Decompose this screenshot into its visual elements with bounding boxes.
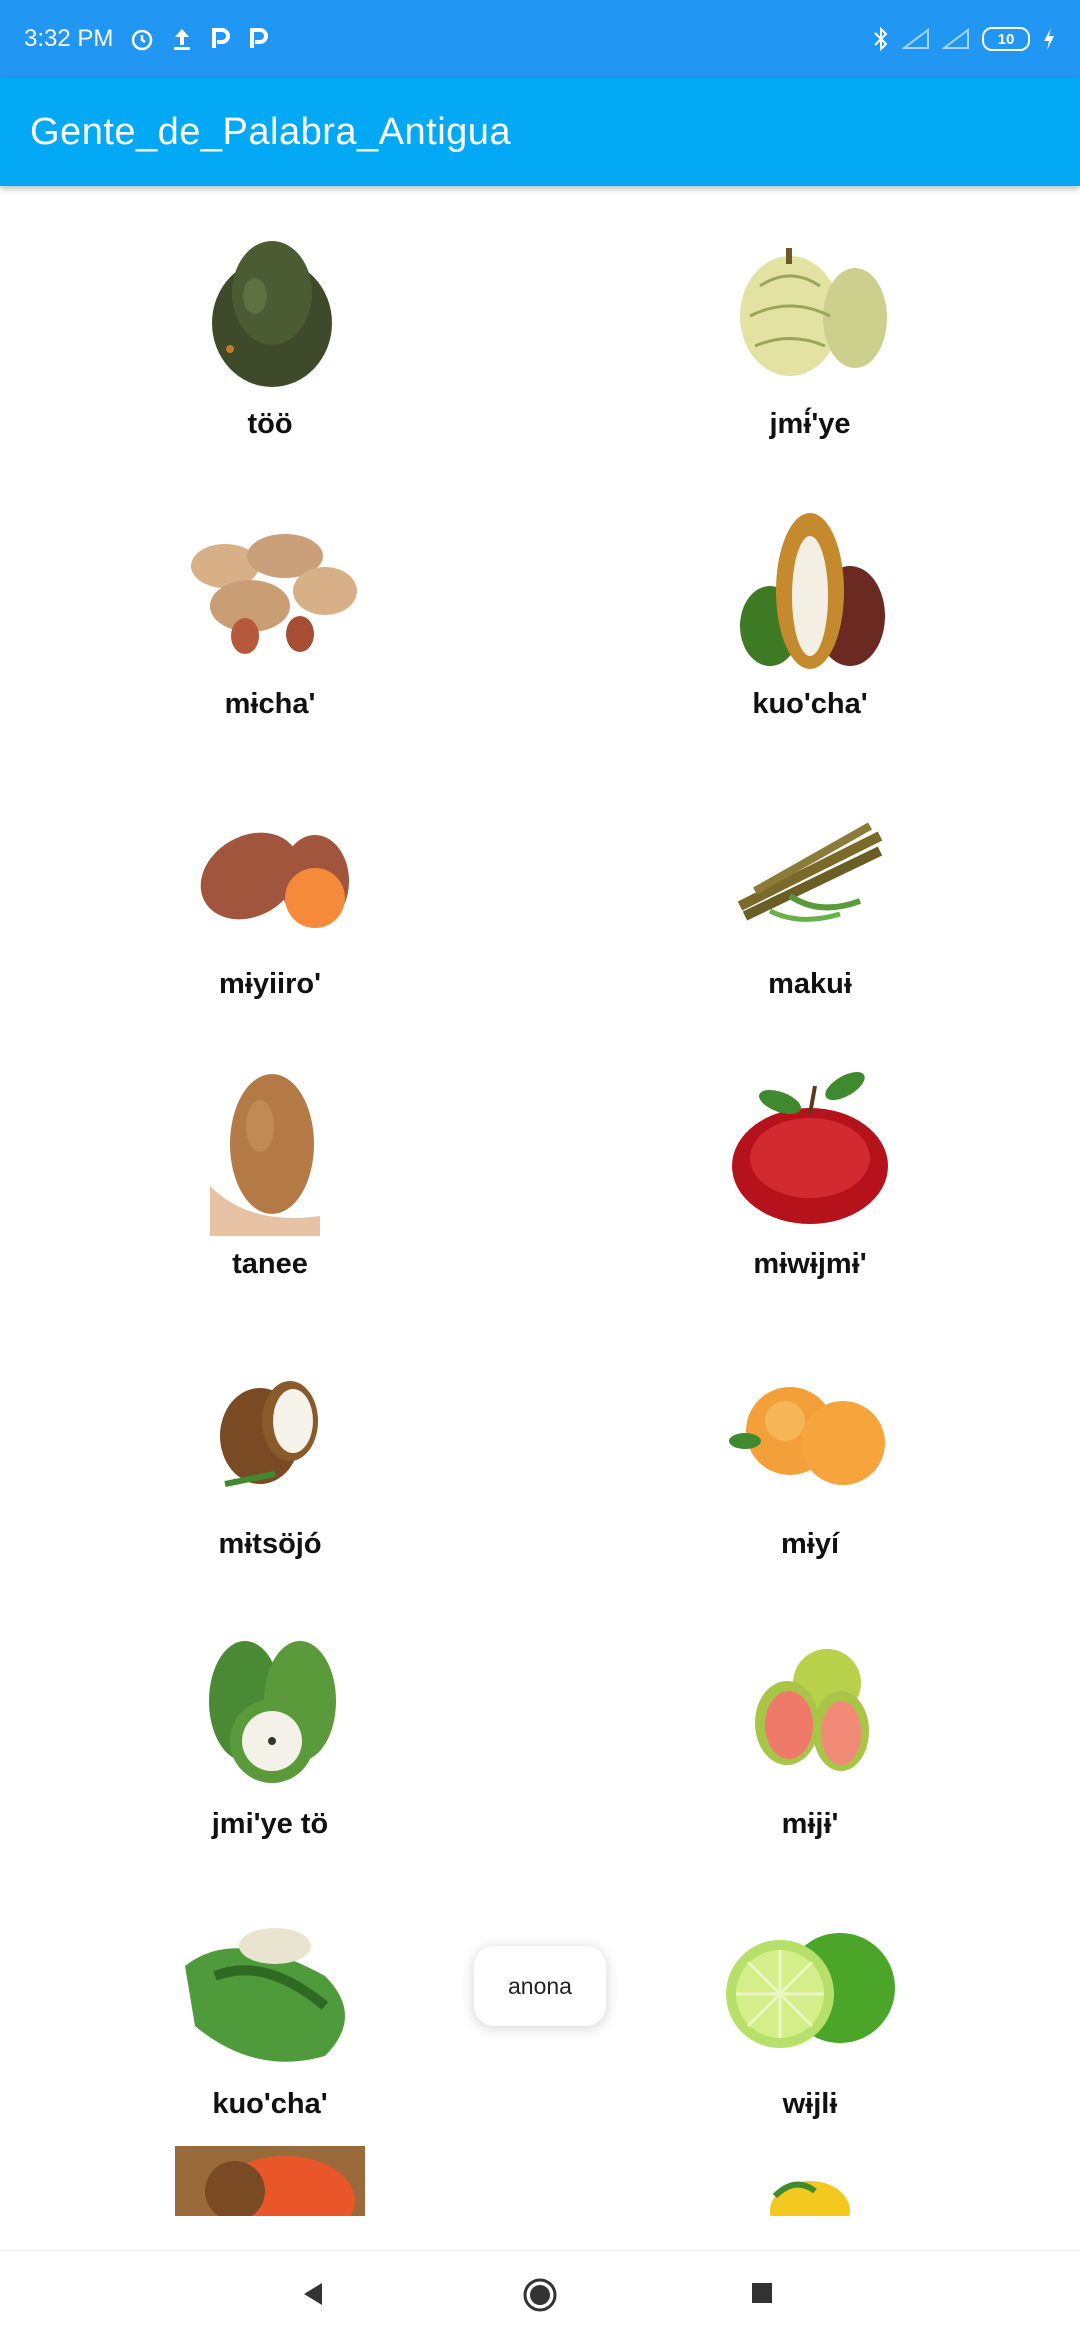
signal-icon (902, 28, 930, 50)
lime-icon (710, 1906, 910, 2076)
grid-item[interactable]: mɨwɨjmɨ' (540, 1026, 1080, 1306)
grid-item[interactable] (0, 2146, 540, 2250)
sweet-potato-icon (170, 786, 370, 956)
status-time: 3:32 PM (24, 25, 114, 52)
item-label: wɨjlɨ (782, 2088, 838, 2120)
soursop-icon (170, 1626, 370, 1796)
item-label: mɨjɨ' (781, 1808, 839, 1840)
upload-icon (171, 26, 193, 52)
charging-icon (1042, 27, 1056, 51)
home-icon[interactable] (522, 2277, 558, 2313)
grid-item[interactable]: mɨjɨ' (540, 1586, 1080, 1866)
grid-item[interactable]: wɨjlɨ (540, 1866, 1080, 2146)
avocado-icon (170, 226, 370, 396)
item-label: kuo'cha' (212, 2088, 328, 2120)
grid-item[interactable]: mɨtsöjó (0, 1306, 540, 1586)
recents-icon[interactable] (750, 2281, 774, 2305)
navigation-bar (0, 2250, 1080, 2341)
item-label: mɨcha' (224, 688, 316, 720)
item-label: mɨyí (780, 1528, 840, 1560)
inga-icon (170, 1906, 370, 2076)
grid-item[interactable]: jmi'ye tö (0, 1586, 540, 1866)
custard-apple-icon (710, 226, 910, 396)
p-icon (247, 26, 269, 52)
item-label: kuo'cha' (752, 688, 868, 720)
grid-item[interactable]: mɨyí (540, 1306, 1080, 1586)
item-label: mɨtsöjó (218, 1528, 322, 1560)
toast-message: anona (474, 1946, 606, 2026)
battery-indicator: 10 (982, 27, 1030, 51)
fruit-grid: töö jmɨ́'ye mɨcha' kuo'cha' mɨyiiro' mak… (0, 186, 1080, 2250)
item-label: jmɨ́'ye (769, 408, 851, 440)
grid-item[interactable]: makuɨ (540, 746, 1080, 1026)
item-label: tanee (232, 1248, 308, 1280)
yam-icon (170, 1066, 370, 1236)
peanut-icon (170, 506, 370, 676)
back-icon[interactable] (300, 2281, 326, 2307)
cacao-icon (710, 506, 910, 676)
grid-item[interactable]: jmɨ́'ye (540, 186, 1080, 466)
app-bar: Gente_de_Palabra_Antigua (0, 78, 1080, 186)
grid-item[interactable]: kuo'cha' (0, 1866, 540, 2146)
sugarcane-icon (710, 786, 910, 956)
p-icon (209, 26, 231, 52)
peach-icon (710, 1346, 910, 1516)
signal-icon (942, 28, 970, 50)
item-label: mɨwɨjmɨ' (753, 1248, 867, 1280)
item-label: jmi'ye tö (211, 1808, 329, 1840)
grid-item[interactable]: töö (0, 186, 540, 466)
apple-icon (710, 1066, 910, 1236)
grid-item[interactable]: kuo'cha' (540, 466, 1080, 746)
bluetooth-icon (872, 26, 890, 52)
grid-item[interactable]: mɨyiiro' (0, 746, 540, 1026)
status-bar: 3:32 PM 10 (0, 0, 1080, 78)
lemon-icon (710, 2166, 910, 2216)
guava-icon (710, 1626, 910, 1796)
grid-item[interactable]: mɨcha' (0, 466, 540, 746)
item-label: töö (247, 408, 293, 440)
item-label: makuɨ (768, 968, 852, 1000)
coconut-icon (170, 1346, 370, 1516)
mamey-icon (170, 2146, 370, 2216)
app-title: Gente_de_Palabra_Antigua (30, 110, 512, 153)
alarm-icon (129, 26, 155, 52)
grid-item[interactable] (540, 2146, 1080, 2250)
grid-item[interactable]: tanee (0, 1026, 540, 1306)
item-label: mɨyiiro' (219, 968, 321, 1000)
